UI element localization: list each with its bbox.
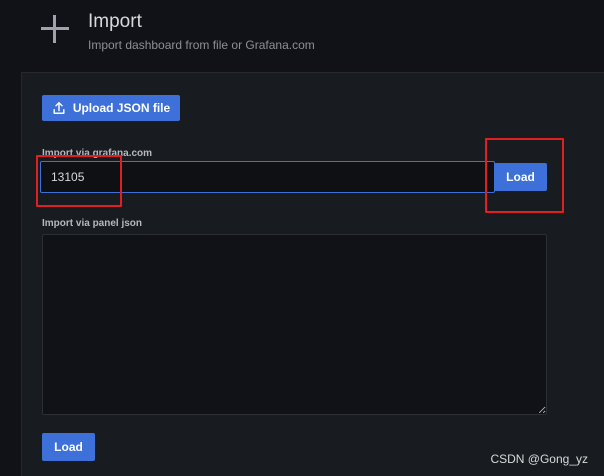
grafana-id-input[interactable] [40,161,495,193]
watermark: CSDN @Gong_yz [490,452,588,466]
grafana-load-button[interactable]: Load [494,163,547,191]
panel-json-label: Import via panel json [42,218,143,229]
import-page: Import Import dashboard from file or Gra… [0,0,604,476]
upload-json-button-label: Upload JSON file [72,101,171,115]
page-title: Import [88,11,142,32]
upload-json-button[interactable]: Upload JSON file [42,95,180,121]
page-subtitle: Import dashboard from file or Grafana.co… [88,38,315,52]
panel-json-textarea[interactable] [42,234,547,415]
panel-json-load-button[interactable]: Load [42,433,95,461]
upload-icon [53,102,65,114]
grafana-import-label: Import via grafana.com [42,148,153,159]
plus-icon [40,14,70,44]
